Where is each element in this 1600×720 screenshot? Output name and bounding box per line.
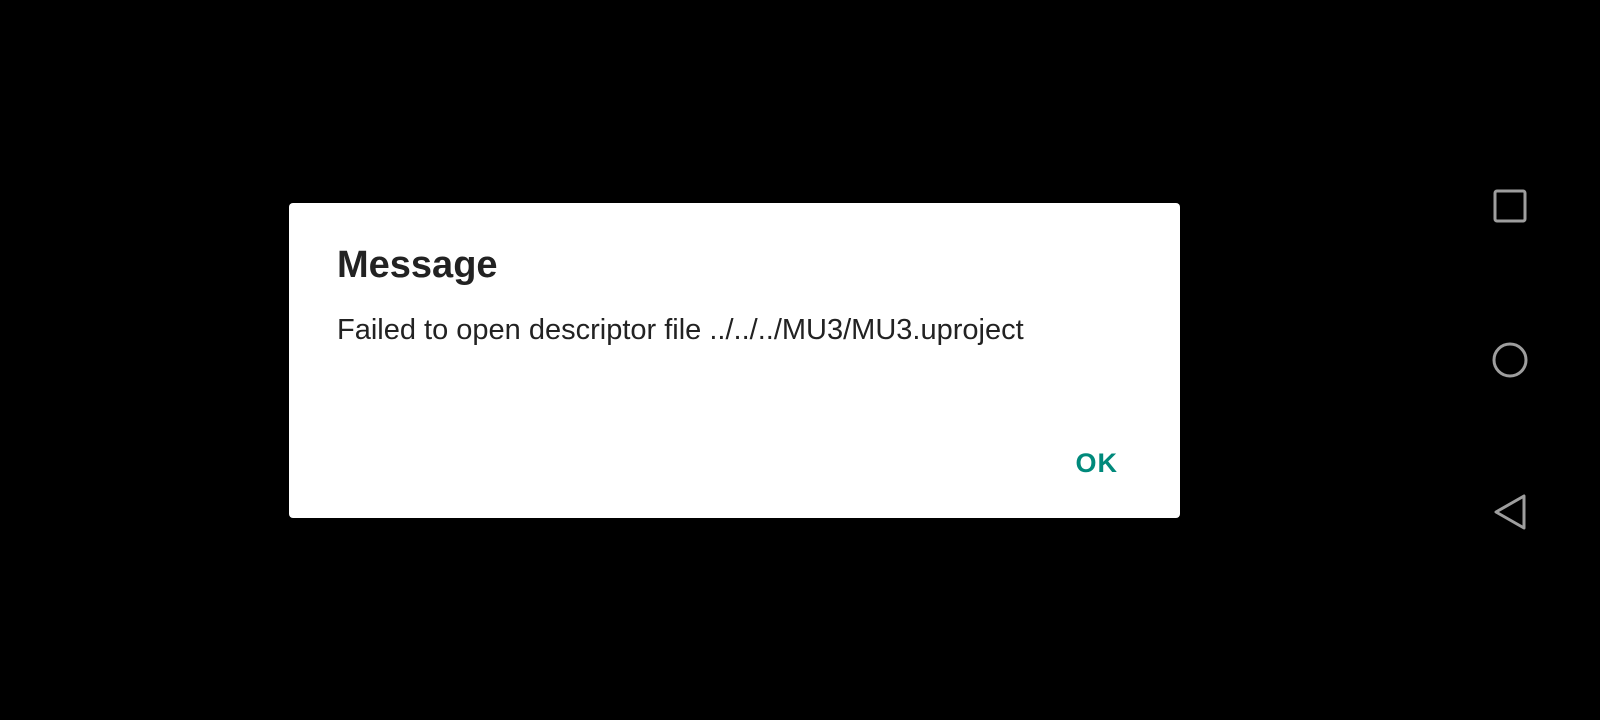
screen: Message Failed to open descriptor file .… (0, 0, 1600, 720)
recents-button[interactable] (1460, 176, 1560, 236)
home-button[interactable] (1460, 330, 1560, 390)
dialog-title: Message (337, 244, 498, 286)
triangle-back-icon (1494, 494, 1526, 530)
dialog-message: Failed to open descriptor file ../../../… (337, 314, 1024, 346)
back-button[interactable] (1460, 482, 1560, 542)
message-dialog: Message Failed to open descriptor file .… (289, 203, 1180, 518)
navigation-bar (1460, 0, 1560, 720)
ok-button[interactable]: OK (1070, 443, 1125, 483)
square-icon (1493, 189, 1527, 223)
circle-icon (1492, 342, 1528, 378)
